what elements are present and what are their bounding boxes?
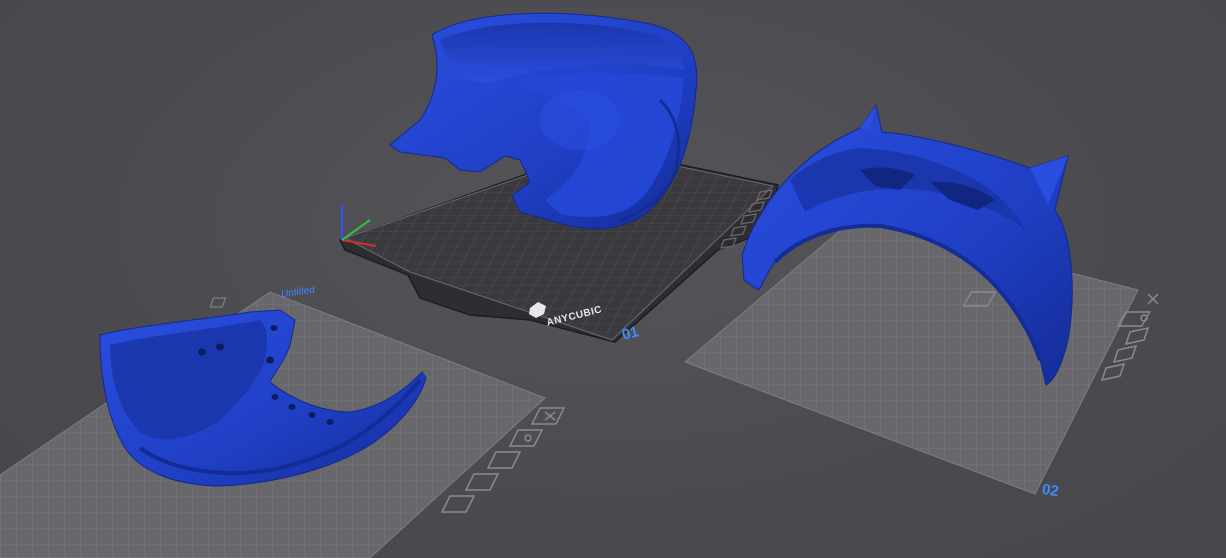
close-icon[interactable] — [530, 407, 566, 425]
rename-icon[interactable] — [209, 297, 227, 308]
auto-arrange-icon[interactable] — [464, 473, 500, 491]
settings-icon[interactable] — [508, 429, 544, 447]
scene-canvas[interactable] — [0, 0, 1226, 558]
lock-icon[interactable] — [1100, 362, 1126, 382]
layers-icon[interactable] — [486, 451, 522, 469]
3d-viewport[interactable]: 01 ANYCUBIC 02 Untitled — [0, 0, 1226, 558]
auto-arrange-icon[interactable] — [1112, 344, 1138, 364]
plate-02-label[interactable]: 02 — [1041, 481, 1060, 500]
layers-icon[interactable] — [1124, 326, 1150, 346]
helmet-back-shell[interactable] — [389, 12, 698, 230]
lock-icon[interactable] — [440, 495, 476, 513]
